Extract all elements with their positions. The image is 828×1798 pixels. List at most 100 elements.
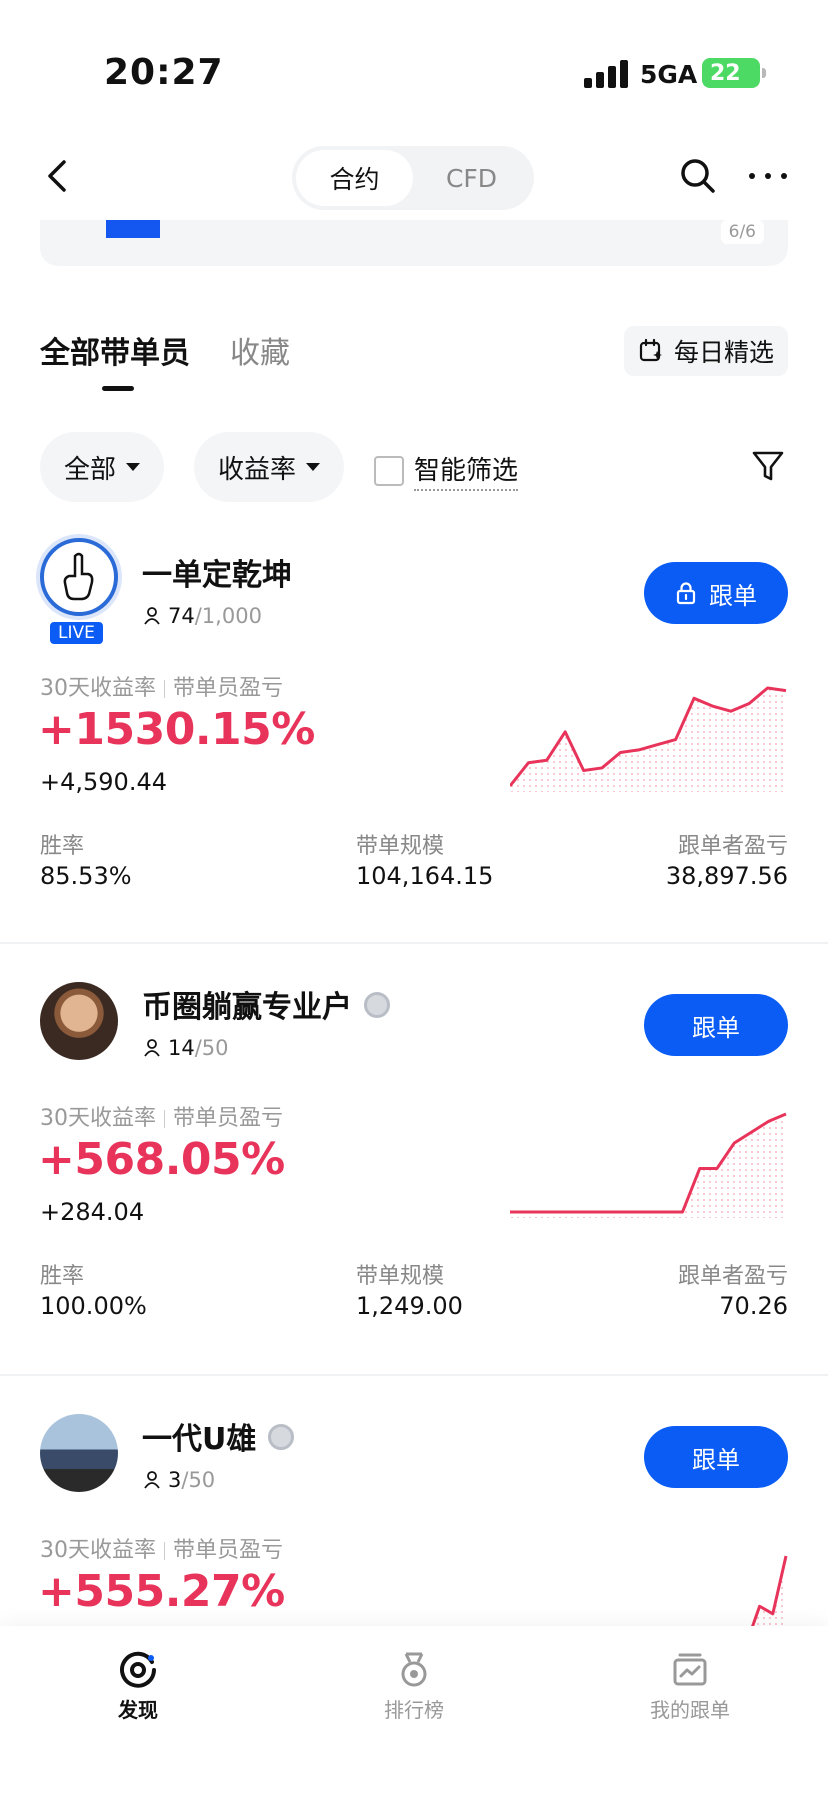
trader-card[interactable]: 币圈躺赢专业户 14/50 跟单 30天收益率 带单员盈亏 +568.05% +2…: [0, 968, 828, 1368]
avatar: [40, 538, 118, 616]
trader-name[interactable]: 币圈躺赢专业户: [142, 982, 390, 1026]
status-bar: 20:27 5GA 22: [0, 0, 828, 130]
roi-value: +1530.15%: [38, 704, 315, 755]
trader-card[interactable]: LIVE 一单定乾坤 74/1,000 跟单 30天收益率 带单员盈亏 +1530…: [0, 536, 828, 940]
banner-image: [106, 220, 160, 238]
funnel-filter-icon[interactable]: [750, 448, 786, 484]
roi-value: +568.05%: [38, 1134, 285, 1185]
trader-name[interactable]: 一代U雄: [142, 1414, 295, 1458]
sort-value: 收益率: [218, 454, 297, 485]
daily-pick-label: 每日精选: [673, 338, 774, 367]
separator: [164, 1110, 165, 1128]
scale-label: 带单规模: [356, 834, 445, 859]
stat-header: 30天收益率 带单员盈亏: [40, 670, 283, 702]
sparkline-area: [752, 1556, 786, 1626]
divider: [0, 942, 828, 944]
follow-label: 跟单: [709, 581, 757, 610]
follower-pnl-value: 70.26: [719, 1292, 788, 1320]
nav-my-copy-trades[interactable]: 我的跟单: [610, 1650, 770, 1723]
daily-pick-button[interactable]: 每日精选: [623, 326, 788, 376]
tab-favorites[interactable]: 收藏: [230, 328, 290, 372]
follow-label: 跟单: [692, 1013, 740, 1042]
followers-max: /50: [181, 1468, 216, 1492]
sort-dropdown[interactable]: 收益率: [194, 432, 345, 502]
scale-label: 带单规模: [356, 1264, 445, 1289]
separator: [164, 1542, 165, 1560]
sparkline-area: [510, 688, 786, 792]
roi-value: +555.27%: [38, 1566, 285, 1617]
win-rate-label: 胜率: [40, 834, 85, 859]
active-tab-indicator: [102, 386, 134, 391]
top-nav: 合约 CFD: [0, 140, 828, 220]
person-icon: [144, 1471, 160, 1489]
person-icon: [144, 1039, 160, 1057]
follow-button[interactable]: 跟单: [644, 1426, 788, 1488]
tab-all-traders[interactable]: 全部带单员: [40, 328, 190, 372]
live-badge: LIVE: [48, 620, 105, 646]
roi-sparkline: [510, 1112, 787, 1218]
finger-up-avatar-icon: [45, 543, 113, 611]
discover-icon: [120, 1651, 156, 1688]
follower-count: 14/50: [142, 1036, 229, 1060]
followers-current: 14: [168, 1036, 195, 1060]
smart-filter-label: 智能筛选: [414, 450, 519, 491]
pnl-value: +4,590.44: [40, 768, 167, 796]
follow-button[interactable]: 跟单: [644, 562, 788, 624]
follower-pnl-value: 38,897.56: [665, 862, 788, 890]
caret-down-icon: [126, 463, 141, 471]
roi-label: 30天收益率: [40, 1106, 156, 1131]
pnl-label: 带单员盈亏: [173, 1538, 284, 1563]
divider: [0, 1374, 828, 1376]
trader-card[interactable]: 一代U雄 3/50 跟单 30天收益率 带单员盈亏 +555.27%: [0, 1400, 828, 1626]
battery-level: 22: [710, 60, 741, 86]
tab-cfd[interactable]: CFD: [413, 150, 530, 206]
follower-count: 3/50: [142, 1468, 215, 1492]
follow-label: 跟单: [692, 1445, 740, 1474]
pnl-label: 带单员盈亏: [173, 1106, 284, 1131]
scale-value: 1,249.00: [356, 1292, 463, 1320]
smart-filter-toggle[interactable]: 智能筛选: [374, 450, 519, 491]
trader-name-text: 币圈躺赢专业户: [142, 990, 352, 1025]
filter-bar: 全部 收益率 智能筛选: [40, 432, 788, 502]
promo-banner[interactable]: 6/6: [40, 220, 788, 266]
scale-value: 104,164.15: [356, 862, 494, 890]
stat-header: 30天收益率 带单员盈亏: [40, 1100, 283, 1132]
win-rate-label: 胜率: [40, 1264, 85, 1289]
separator: [164, 680, 165, 698]
nav-ranking[interactable]: 排行榜: [334, 1650, 494, 1723]
status-time: 20:27: [104, 52, 224, 93]
trader-name-text: 一代U雄: [142, 1422, 257, 1457]
calendar-sparkle-icon: [639, 338, 662, 362]
more-icon[interactable]: [746, 154, 790, 198]
followers-max: /1,000: [194, 604, 262, 628]
search-icon[interactable]: [676, 154, 720, 198]
product-segmented-control: 合约 CFD: [292, 146, 534, 210]
caret-down-icon: [306, 463, 321, 471]
pnl-value: +284.04: [40, 1198, 145, 1226]
silver-medal-icon: [268, 1423, 295, 1450]
trader-name[interactable]: 一单定乾坤: [142, 550, 292, 594]
trader-tabs: 全部带单员 收藏 每日精选: [40, 322, 788, 392]
followers-current: 3: [168, 1468, 182, 1492]
scope-dropdown[interactable]: 全部: [40, 432, 165, 502]
roi-sparkline: [751, 1555, 788, 1626]
scope-value: 全部: [64, 454, 117, 485]
back-icon[interactable]: [36, 154, 80, 198]
avatar: [40, 982, 118, 1060]
follow-button[interactable]: 跟单: [644, 994, 788, 1056]
win-rate-value: 100.00%: [40, 1292, 147, 1320]
nav-ranking-label: 排行榜: [384, 1698, 444, 1722]
follower-pnl-label: 跟单者盈亏: [677, 1264, 788, 1289]
roi-label: 30天收益率: [40, 676, 156, 701]
ranking-medal-icon: [401, 1652, 427, 1687]
nav-discover[interactable]: 发现: [58, 1650, 218, 1723]
nav-discover-label: 发现: [118, 1698, 158, 1722]
followers-current: 74: [168, 604, 195, 628]
tab-futures[interactable]: 合约: [296, 150, 413, 206]
roi-label: 30天收益率: [40, 1538, 156, 1563]
follower-pnl-label: 跟单者盈亏: [677, 834, 788, 859]
smart-filter-checkbox[interactable]: [374, 455, 404, 486]
person-icon: [144, 607, 160, 625]
battery-icon: 22: [702, 58, 766, 88]
sparkline-area: [510, 1114, 786, 1218]
